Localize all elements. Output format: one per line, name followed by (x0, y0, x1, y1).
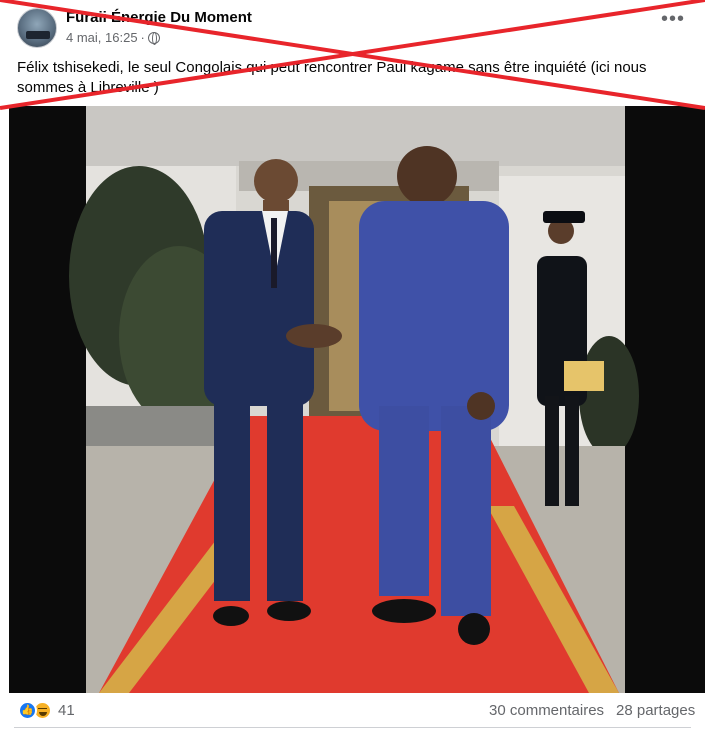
globe-icon (147, 31, 160, 45)
post-date-link[interactable]: 4 mai, 16:25 (66, 30, 138, 45)
photo-illustration (9, 106, 705, 693)
shares-link[interactable]: 28 partages (616, 702, 695, 719)
avatar-mark (26, 31, 50, 39)
page-avatar[interactable] (17, 8, 57, 48)
page-name-link[interactable]: Furaii Énergie Du Moment (66, 9, 252, 26)
like-icon: 👍 (18, 701, 37, 720)
post-meta: 4 mai, 16:25 · (66, 30, 160, 45)
reactions-summary[interactable]: 👍 41 (18, 701, 75, 720)
post-caption: Félix tshisekedi, le seul Congolais qui … (17, 59, 647, 96)
comments-link[interactable]: 30 commentaires (489, 702, 604, 719)
meta-separator: · (140, 30, 145, 45)
footer-divider (14, 727, 691, 728)
reaction-count: 41 (58, 702, 75, 719)
facebook-post: Furaii Énergie Du Moment 4 mai, 16:25 · … (0, 0, 705, 731)
post-photo[interactable] (9, 106, 705, 693)
more-options-icon[interactable]: ••• (661, 9, 685, 29)
